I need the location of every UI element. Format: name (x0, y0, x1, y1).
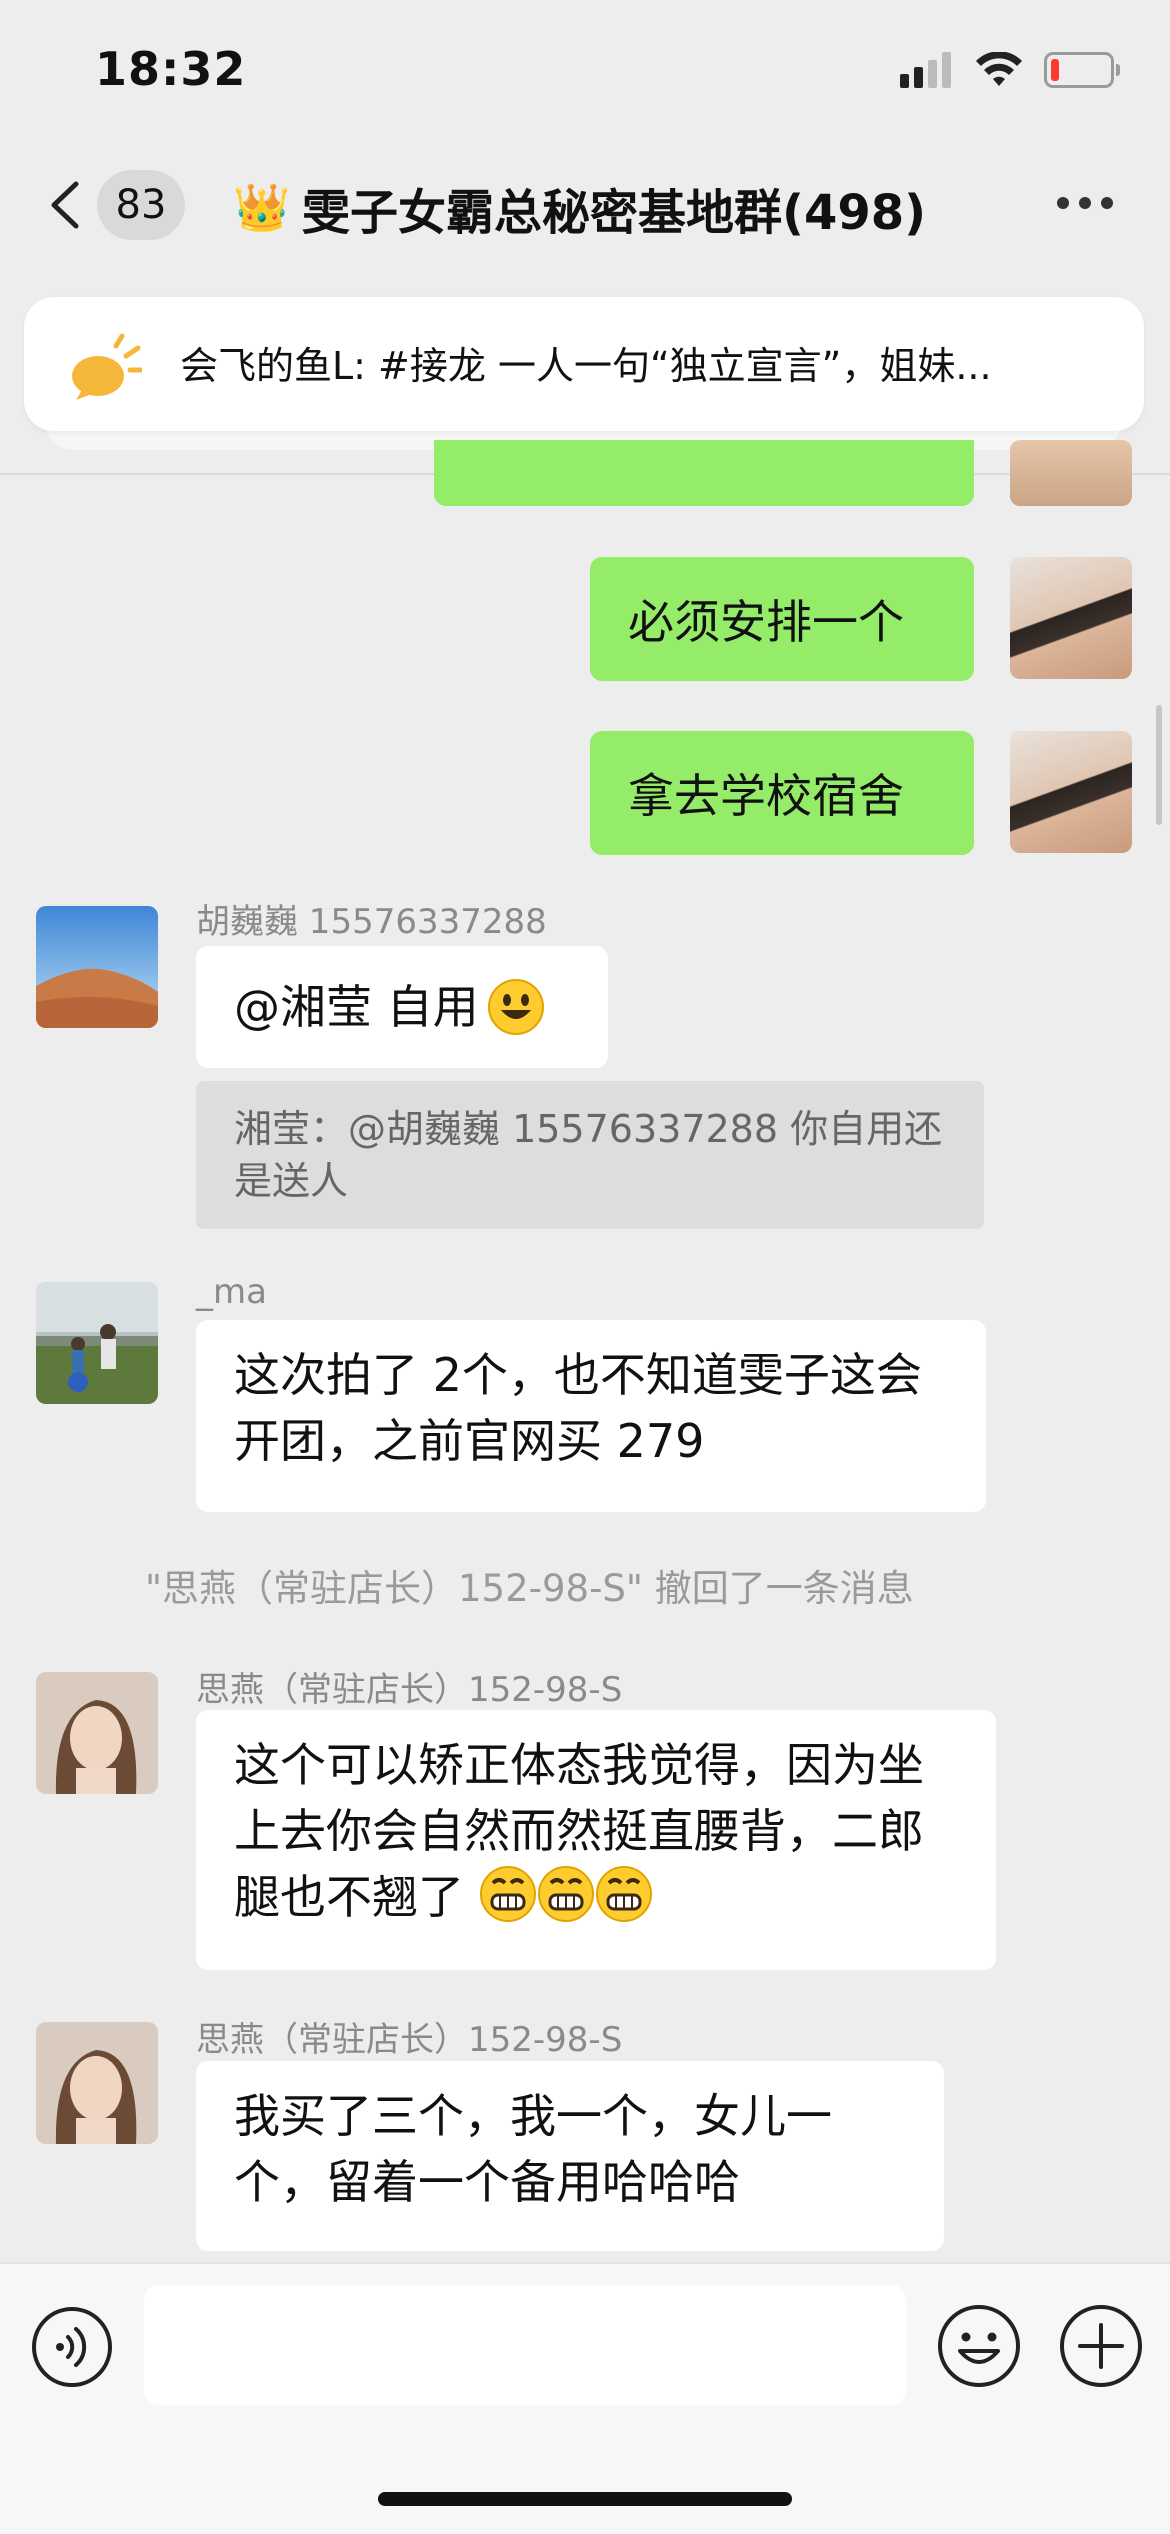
grin-emoji-icon (537, 1866, 594, 1922)
message-bubble[interactable]: 这个可以矫正体态我觉得，因为坐上去你会自然而然挺直腰背，二郎腿也不翘了 (196, 1710, 996, 1970)
pinned-text: 会飞的鱼L: #接龙 一人一句“独立宣言”，姐妹... (180, 344, 992, 388)
smiley-emoji-icon (487, 979, 544, 1035)
message-input[interactable] (144, 2285, 906, 2405)
message-bubble-partial[interactable] (434, 440, 974, 506)
sender-name: 胡巍巍 15576337288 (196, 902, 547, 942)
message-text: 拿去学校宿舍 (628, 769, 904, 823)
message-bubble[interactable]: 我买了三个，我一个，女儿一个，留着一个备用哈哈哈 (196, 2061, 944, 2251)
message-bubble-self[interactable]: 必须安排一个 (590, 557, 974, 681)
avatar-hu[interactable] (36, 906, 158, 1028)
scrollbar[interactable] (1156, 705, 1162, 825)
status-time: 18:32 (95, 42, 247, 96)
signal-icon (900, 52, 951, 88)
message-text: 必须安排一个 (628, 595, 904, 649)
bulb-icon (72, 333, 142, 400)
system-message: "思燕（常驻店长）152-98-S" 撤回了一条消息 (145, 1567, 914, 1610)
message-bubble[interactable]: @湘莹 自用 (196, 946, 608, 1068)
battery-icon (1044, 52, 1120, 88)
quoted-message[interactable]: 湘莹：@胡巍巍 15576337288 你自用还是送人 (196, 1081, 984, 1229)
message-text: 这次拍了 2个，也不知道雯子这会开团，之前官网买 279 (234, 1348, 922, 1468)
status-icons (900, 52, 1120, 88)
avatar-ma[interactable] (36, 1282, 158, 1404)
grin-emoji-icon (479, 1866, 536, 1922)
message-text: 我买了三个，我一个，女儿一个，留着一个备用哈哈哈 (234, 2089, 832, 2209)
more-icon[interactable] (1057, 197, 1113, 209)
sender-name: _ma (196, 1272, 267, 1312)
avatar-self[interactable] (1010, 557, 1132, 679)
back-icon[interactable] (48, 180, 82, 230)
avatar-siyan[interactable] (36, 1672, 158, 1794)
grin-emoji-icon (595, 1866, 652, 1922)
home-indicator[interactable] (378, 2492, 792, 2506)
plus-icon[interactable] (1058, 2303, 1144, 2389)
avatar-self-partial[interactable] (1010, 440, 1132, 506)
wifi-icon (976, 52, 1022, 86)
message-bubble[interactable]: 这次拍了 2个，也不知道雯子这会开团，之前官网买 279 (196, 1320, 986, 1512)
voice-icon[interactable] (30, 2305, 114, 2389)
group-title: 雯子女霸总秘密基地群(498) (302, 185, 927, 241)
message-text: @湘莹 自用 (234, 980, 479, 1034)
unread-count-badge[interactable]: 83 (97, 170, 185, 240)
crown-icon: 👑 (233, 180, 291, 234)
message-bubble-self[interactable]: 拿去学校宿舍 (590, 731, 974, 855)
sender-name: 思燕（常驻店长）152-98-S (196, 1670, 623, 1710)
emoji-icon[interactable] (936, 2303, 1022, 2389)
sender-name: 思燕（常驻店长）152-98-S (196, 2020, 623, 2060)
avatar-self[interactable] (1010, 731, 1132, 853)
avatar-siyan[interactable] (36, 2022, 158, 2144)
